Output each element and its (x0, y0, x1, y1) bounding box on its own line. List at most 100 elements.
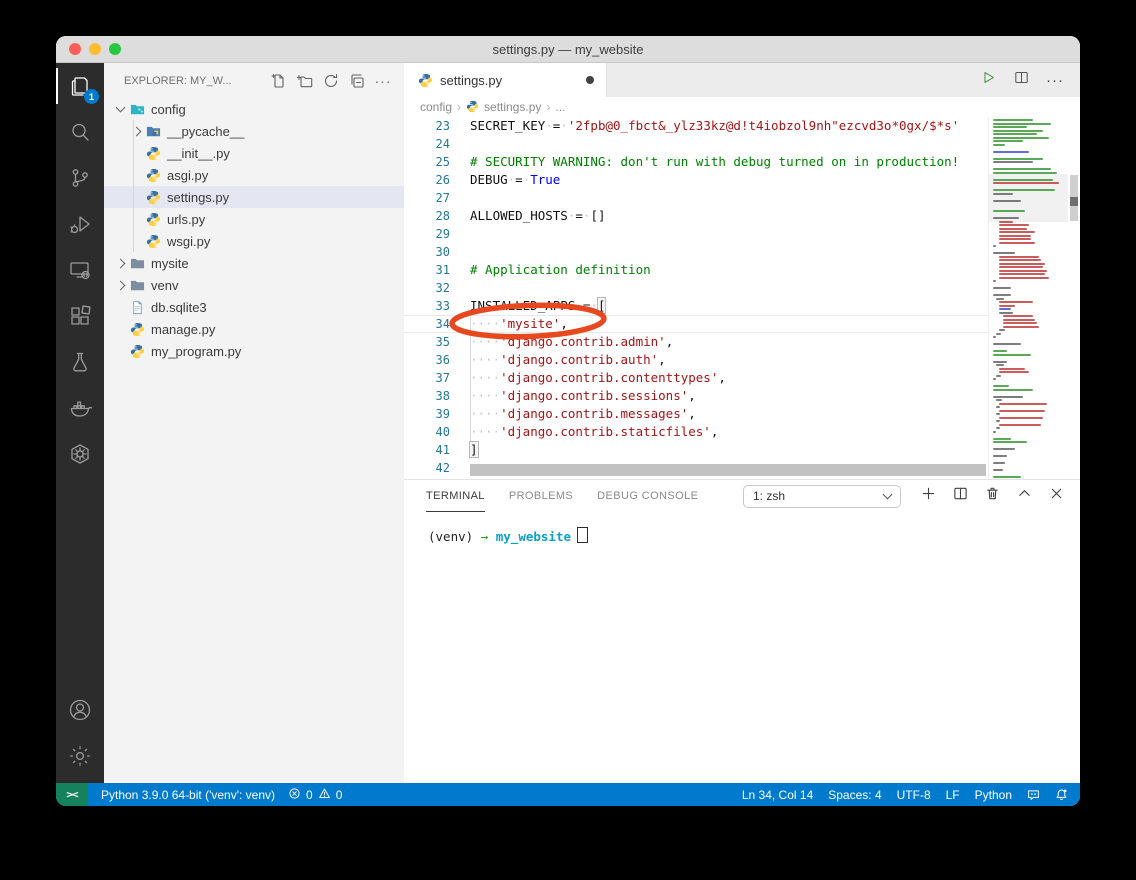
split-editor-icon[interactable] (1013, 69, 1030, 91)
collapse-folders-icon[interactable] (346, 70, 368, 92)
code-line-30[interactable]: 30 (404, 243, 988, 261)
extensions-icon[interactable] (56, 293, 104, 339)
line-number[interactable]: 36 (404, 351, 470, 369)
vertical-scrollbar[interactable] (1068, 117, 1080, 479)
breadcrumb-item-folder[interactable]: config (420, 100, 452, 114)
line-number[interactable]: 35 (404, 333, 470, 351)
indentation-status[interactable]: Spaces: 4 (828, 788, 881, 802)
line-number[interactable]: 41 (404, 441, 470, 459)
code-line-37[interactable]: 37····'django.contrib.contenttypes', (404, 369, 988, 387)
code-line-33[interactable]: 33INSTALLED_APPS·=·[ (404, 297, 988, 315)
explorer-icon[interactable]: 1 (56, 63, 104, 109)
breadcrumb-item-file[interactable]: settings.py (484, 100, 541, 114)
tab-terminal[interactable]: TERMINAL (426, 480, 485, 512)
horizontal-scrollbar[interactable] (470, 464, 986, 476)
tree-item-asgi.py[interactable]: asgi.py (104, 164, 404, 186)
code-line-27[interactable]: 27 (404, 189, 988, 207)
code-editor[interactable]: 23SECRET_KEY·=·'2fpb@0_fbct&_ylz33kz@d!t… (404, 117, 1080, 479)
source-control-icon[interactable] (56, 155, 104, 201)
code-line-38[interactable]: 38····'django.contrib.sessions', (404, 387, 988, 405)
line-number[interactable]: 25 (404, 153, 470, 171)
chevron-down-icon[interactable] (112, 107, 128, 111)
run-file-button[interactable] (980, 69, 997, 91)
line-number[interactable]: 30 (404, 243, 470, 261)
kill-terminal-icon[interactable] (985, 486, 1000, 506)
line-number[interactable]: 27 (404, 189, 470, 207)
code-line-26[interactable]: 26DEBUG·=·True (404, 171, 988, 189)
minimap[interactable] (988, 117, 1068, 479)
refresh-icon[interactable] (320, 70, 342, 92)
line-number[interactable]: 24 (404, 135, 470, 153)
breadcrumb-item-symbol[interactable]: ... (555, 100, 565, 114)
close-panel-icon[interactable] (1049, 486, 1064, 506)
terminal-selector-dropdown[interactable]: 1: zsh (743, 485, 901, 508)
kubernetes-icon[interactable] (56, 431, 104, 477)
cursor-position-status[interactable]: Ln 34, Col 14 (742, 788, 813, 802)
tab-settings-py[interactable]: settings.py (404, 63, 607, 97)
tree-item-__init__.py[interactable]: __init__.py (104, 142, 404, 164)
tab-problems[interactable]: PROBLEMS (509, 480, 573, 512)
line-number[interactable]: 29 (404, 225, 470, 243)
code-line-29[interactable]: 29 (404, 225, 988, 243)
line-number[interactable]: 28 (404, 207, 470, 225)
tree-item-settings.py[interactable]: settings.py (104, 186, 404, 208)
code-line-43[interactable]: 43MIDDLEWARE·=·[ (404, 477, 988, 479)
tree-item-urls.py[interactable]: urls.py (104, 208, 404, 230)
terminal-output[interactable]: (venv) → my_website (404, 512, 1080, 783)
feedback-icon[interactable] (1027, 788, 1040, 801)
line-number[interactable]: 37 (404, 369, 470, 387)
line-number[interactable]: 33 (404, 297, 470, 315)
code-line-39[interactable]: 39····'django.contrib.messages', (404, 405, 988, 423)
chevron-right-icon[interactable] (112, 282, 128, 289)
line-number[interactable]: 26 (404, 171, 470, 189)
maximize-panel-icon[interactable] (1017, 486, 1032, 506)
close-window-button[interactable] (69, 43, 81, 55)
code-line-28[interactable]: 28ALLOWED_HOSTS·=·[] (404, 207, 988, 225)
minimize-window-button[interactable] (89, 43, 101, 55)
notifications-bell-icon[interactable] (1055, 788, 1068, 801)
python-interpreter-status[interactable]: Python 3.9.0 64-bit ('venv': venv) (101, 788, 275, 802)
line-number[interactable]: 42 (404, 459, 470, 477)
tree-item-manage.py[interactable]: manage.py (104, 318, 404, 340)
code-line-41[interactable]: 41] (404, 441, 988, 459)
line-number[interactable]: 31 (404, 261, 470, 279)
code-line-23[interactable]: 23SECRET_KEY·=·'2fpb@0_fbct&_ylz33kz@d!t… (404, 117, 988, 135)
code-line-36[interactable]: 36····'django.contrib.auth', (404, 351, 988, 369)
remote-indicator[interactable]: >< (56, 783, 88, 806)
line-number[interactable]: 43 (404, 477, 470, 479)
chevron-right-icon[interactable] (128, 128, 144, 135)
remote-explorer-icon[interactable] (56, 247, 104, 293)
tree-item-my_program.py[interactable]: my_program.py (104, 340, 404, 362)
editor-more-actions-icon[interactable]: ··· (1046, 72, 1064, 89)
more-actions-icon[interactable]: ··· (372, 70, 394, 92)
code-line-34[interactable]: 34····'mysite', (404, 315, 988, 333)
code-line-32[interactable]: 32 (404, 279, 988, 297)
new-folder-icon[interactable] (294, 70, 316, 92)
tree-item-__pycache__[interactable]: __pycache__ (104, 120, 404, 142)
code-line-31[interactable]: 31# Application definition (404, 261, 988, 279)
tree-item-config[interactable]: config (104, 98, 404, 120)
language-mode-status[interactable]: Python (975, 788, 1012, 802)
tree-item-venv[interactable]: venv (104, 274, 404, 296)
code-line-25[interactable]: 25# SECURITY WARNING: don't run with deb… (404, 153, 988, 171)
line-number[interactable]: 32 (404, 279, 470, 297)
settings-gear-icon[interactable] (56, 733, 104, 779)
new-file-icon[interactable] (268, 70, 290, 92)
account-icon[interactable] (56, 687, 104, 733)
tree-item-db.sqlite3[interactable]: db.sqlite3 (104, 296, 404, 318)
docker-icon[interactable] (56, 385, 104, 431)
run-debug-icon[interactable] (56, 201, 104, 247)
problems-status[interactable]: 0 0 (288, 787, 342, 803)
zoom-window-button[interactable] (109, 43, 121, 55)
code-line-40[interactable]: 40····'django.contrib.staticfiles', (404, 423, 988, 441)
search-icon[interactable] (56, 109, 104, 155)
new-terminal-icon[interactable] (921, 486, 936, 506)
encoding-status[interactable]: UTF-8 (897, 788, 931, 802)
modified-dot-icon[interactable] (586, 76, 594, 84)
line-number[interactable]: 39 (404, 405, 470, 423)
line-number[interactable]: 23 (404, 117, 470, 135)
line-number[interactable]: 34 (404, 315, 470, 333)
line-number[interactable]: 40 (404, 423, 470, 441)
code-line-35[interactable]: 35····'django.contrib.admin', (404, 333, 988, 351)
eol-status[interactable]: LF (946, 788, 960, 802)
